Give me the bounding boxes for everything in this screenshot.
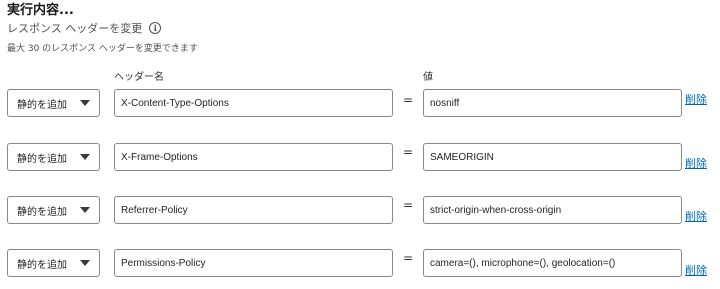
operation-dropdown-value: 静的を追加 [17,153,67,165]
equals-sign: = [403,93,414,107]
chevron-down-icon [80,154,90,160]
delete-link[interactable]: 削除 [685,91,707,107]
action-label: レスポンス ヘッダーを変更 i [7,20,162,36]
hint-text: 最大 30 のレスポンス ヘッダーを変更できます [7,44,198,54]
delete-link[interactable]: 削除 [685,262,707,278]
header-value-input[interactable]: SAMEORIGIN [423,143,682,171]
operation-dropdown[interactable]: 静的を追加 [7,89,100,117]
equals-sign: = [403,145,414,159]
section-title: 実行内容... [7,3,74,18]
operation-dropdown-value: 静的を追加 [17,259,67,271]
operation-dropdown-value: 静的を追加 [17,99,67,111]
equals-sign: = [403,251,414,265]
chevron-down-icon [80,207,90,213]
operation-dropdown[interactable]: 静的を追加 [7,196,100,224]
operation-dropdown[interactable]: 静的を追加 [7,143,100,171]
equals-sign: = [403,198,414,212]
header-name-input[interactable]: Permissions-Policy [114,249,393,277]
header-name-input[interactable]: Referrer-Policy [114,196,393,224]
header-name-input[interactable]: X-Frame-Options [114,143,393,171]
operation-dropdown-value: 静的を追加 [17,206,67,218]
delete-link[interactable]: 削除 [685,155,707,171]
header-name-input[interactable]: X-Content-Type-Options [114,89,393,117]
header-value-column-label: 値 [423,72,433,83]
chevron-down-icon [80,100,90,106]
delete-link[interactable]: 削除 [685,208,707,224]
info-icon[interactable]: i [149,22,162,34]
header-value-input[interactable]: strict-origin-when-cross-origin [423,196,682,224]
header-value-input[interactable]: nosniff [423,89,682,117]
header-name-column-label: ヘッダー名 [114,72,164,83]
chevron-down-icon [80,260,90,266]
operation-dropdown[interactable]: 静的を追加 [7,249,100,277]
header-value-input[interactable]: camera=(), microphone=(), geolocation=() [423,249,682,277]
action-label-text: レスポンス ヘッダーを変更 [7,22,143,35]
